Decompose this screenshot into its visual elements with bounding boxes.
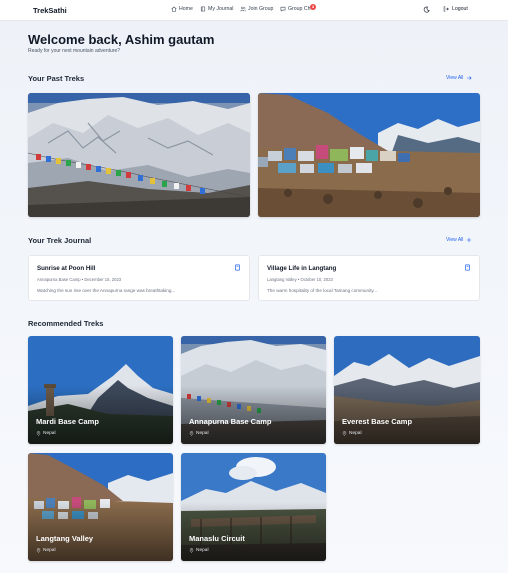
view-all-label: View All	[446, 237, 464, 243]
trek-location-label: Nepal	[43, 548, 56, 553]
brand-logo[interactable]: TrekSathi	[33, 6, 67, 15]
recommended-card-manaslu[interactable]: Manaslu Circuit Nepal	[181, 453, 326, 561]
recommended-card-mardi[interactable]: Mardi Base Camp Nepal	[28, 336, 173, 444]
nav-join-group[interactable]: Join Group	[240, 6, 273, 12]
trek-location-label: Nepal	[349, 431, 362, 436]
journal-view-all[interactable]: View All	[446, 237, 472, 243]
page-subtitle: Ready for your next mountain adventure?	[28, 48, 120, 54]
past-trek-card-annapurna[interactable]	[28, 93, 250, 217]
logout-label: Logout	[452, 6, 468, 12]
past-trek-card-langtang[interactable]	[258, 93, 480, 217]
logout-button[interactable]: Logout	[443, 6, 468, 12]
nav-home[interactable]: Home	[171, 6, 193, 12]
past-treks-title: Your Past Treks	[28, 74, 85, 83]
past-treks-view-all[interactable]: View All	[446, 75, 472, 81]
trek-location-label: Nepal	[196, 431, 209, 436]
nav-group-chat[interactable]: Group Ch	[280, 6, 311, 12]
recommended-card-langtang[interactable]: Langtang Valley Nepal	[28, 453, 173, 561]
trek-photo	[28, 93, 250, 217]
journal-entry-excerpt: The warm hospitality of the local Tamang…	[267, 288, 378, 293]
notification-badge: 3	[310, 4, 316, 10]
map-pin-icon	[342, 431, 347, 436]
recommended-card-annapurna[interactable]: Annapurna Base Camp Nepal	[181, 336, 326, 444]
map-pin-icon	[189, 431, 194, 436]
book-icon	[465, 264, 470, 271]
chat-icon	[280, 6, 286, 12]
page-title: Welcome back, Ashim gautam	[28, 32, 215, 47]
book-icon	[200, 6, 206, 12]
map-pin-icon	[36, 431, 41, 436]
nav-group-chat-label: Group Ch	[288, 6, 311, 12]
users-icon	[240, 6, 246, 12]
journal-entry-title: Sunrise at Poon Hill	[37, 265, 96, 272]
trek-location: Nepal	[342, 431, 362, 436]
map-pin-icon	[36, 548, 41, 553]
journal-title: Your Trek Journal	[28, 236, 92, 245]
journal-entry-meta: Annapurna Base Camp • December 15, 2023	[37, 277, 122, 282]
plus-icon	[467, 237, 472, 243]
journal-entry-card[interactable]: Sunrise at Poon Hill Annapurna Base Camp…	[28, 255, 250, 301]
top-navbar: TrekSathi Home My Journal Join Group Gro…	[0, 0, 508, 21]
book-icon	[235, 264, 240, 271]
trek-location-label: Nepal	[196, 548, 209, 553]
view-all-label: View All	[446, 75, 464, 81]
trek-name: Mardi Base Camp	[36, 417, 99, 426]
journal-entry-excerpt: Watching the sun rise over the Annapurna…	[37, 288, 176, 293]
arrow-right-icon	[467, 76, 472, 80]
trek-name: Manaslu Circuit	[189, 534, 245, 543]
trek-location: Nepal	[36, 548, 56, 553]
trek-name: Annapurna Base Camp	[189, 417, 272, 426]
moon-icon[interactable]	[423, 6, 430, 13]
trek-name: Everest Base Camp	[342, 417, 413, 426]
journal-entry-card[interactable]: Village Life in Langtang Langtang Valley…	[258, 255, 480, 301]
journal-entry-title: Village Life in Langtang	[267, 265, 337, 272]
nav-my-journal[interactable]: My Journal	[200, 6, 233, 12]
recommended-title: Recommended Treks	[28, 319, 104, 328]
recommended-card-everest[interactable]: Everest Base Camp Nepal	[334, 336, 480, 444]
logout-icon	[443, 6, 449, 12]
trek-location-label: Nepal	[43, 431, 56, 436]
map-pin-icon	[189, 548, 194, 553]
trek-photo	[258, 93, 480, 217]
journal-entry-meta: Langtang Valley • October 10, 2023	[267, 277, 333, 282]
nav-join-group-label: Join Group	[248, 6, 274, 12]
nav-my-journal-label: My Journal	[208, 6, 234, 12]
trek-name: Langtang Valley	[36, 534, 94, 543]
trek-location: Nepal	[189, 431, 209, 436]
home-icon	[171, 6, 177, 12]
trek-location: Nepal	[189, 548, 209, 553]
trek-location: Nepal	[36, 431, 56, 436]
nav-home-label: Home	[179, 6, 193, 12]
